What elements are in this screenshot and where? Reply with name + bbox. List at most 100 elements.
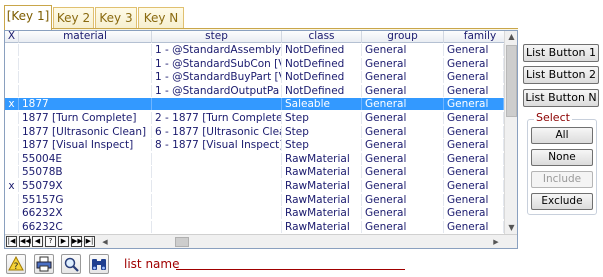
cell-material[interactable]: 55079X	[19, 180, 152, 192]
scroll-left-icon[interactable]: ◀	[100, 236, 110, 248]
cell-family[interactable]: General	[444, 84, 504, 97]
tab-key-1[interactable]: [Key 1]	[4, 5, 52, 30]
cell-group[interactable]: General	[362, 139, 444, 152]
table-row[interactable]: 66232C RawMaterial General General	[5, 220, 504, 233]
cell-step[interactable]: 1 - @StandardAssembly	[152, 44, 282, 56]
cell-group[interactable]: General	[362, 125, 444, 138]
prev-record-icon[interactable]: ◀	[32, 236, 43, 247]
table-row[interactable]: 55078B RawMaterial General General	[5, 166, 504, 179]
cell-family[interactable]: General	[444, 180, 504, 192]
cell-family[interactable]: General	[444, 98, 504, 111]
table-row[interactable]: 1 - @StandardBuyPart [V NotDefined General…	[5, 71, 504, 84]
table-row[interactable]: x 1877 Saleable General General	[5, 98, 504, 111]
cell-group[interactable]: General	[362, 84, 444, 97]
cell-x[interactable]	[5, 57, 19, 70]
cell-family[interactable]: General	[444, 125, 504, 138]
cell-group[interactable]: General	[362, 98, 444, 111]
cell-group[interactable]: General	[362, 57, 444, 70]
list-button-n[interactable]: List Button N	[523, 89, 599, 107]
table-row[interactable]: 55157G RawMaterial General General	[5, 193, 504, 206]
cell-group[interactable]: General	[362, 112, 444, 124]
cell-x[interactable]	[5, 84, 19, 97]
list-button-2[interactable]: List Button 2	[523, 66, 599, 84]
cell-class[interactable]: Step	[282, 139, 362, 152]
cell-group[interactable]: General	[362, 152, 444, 165]
cell-family[interactable]: General	[444, 71, 504, 84]
cell-step[interactable]	[152, 152, 282, 165]
table-row[interactable]: 1 - @StandardOutputPa NotDefined General Ge…	[5, 84, 504, 97]
cell-group[interactable]: General	[362, 193, 444, 206]
cell-family[interactable]: General	[444, 152, 504, 165]
cell-x[interactable]	[5, 112, 19, 124]
scroll-up-icon[interactable]: ▲	[506, 31, 517, 42]
binoculars-icon[interactable]	[89, 254, 109, 274]
cell-x[interactable]	[5, 207, 19, 220]
cell-class[interactable]: NotDefined	[282, 84, 362, 97]
cell-x[interactable]	[5, 139, 19, 152]
help-icon[interactable]: ?	[6, 254, 26, 274]
vertical-scrollbar[interactable]: ▲ ▼	[504, 31, 517, 234]
cell-class[interactable]: RawMaterial	[282, 152, 362, 165]
cell-x[interactable]	[5, 193, 19, 206]
cell-material[interactable]: 1877	[19, 98, 152, 111]
list-name-input[interactable]	[176, 269, 405, 270]
cell-family[interactable]: General	[444, 139, 504, 152]
search-icon[interactable]	[61, 254, 81, 274]
table-row[interactable]: x 55079X RawMaterial General General	[5, 180, 504, 192]
cell-group[interactable]: General	[362, 44, 444, 56]
first-record-icon[interactable]: |◀	[6, 236, 17, 247]
cell-group[interactable]: General	[362, 71, 444, 84]
table-row[interactable]: 1 - @StandardSubCon [V NotDefined General G…	[5, 57, 504, 70]
cell-family[interactable]: General	[444, 166, 504, 179]
table-row[interactable]: 66232X RawMaterial General General	[5, 207, 504, 220]
scroll-down-icon[interactable]: ▼	[506, 222, 517, 233]
cell-x[interactable]	[5, 71, 19, 84]
cell-material[interactable]: 55004E	[19, 152, 152, 165]
tab-key-3[interactable]: Key 3	[95, 7, 137, 29]
cell-step[interactable]: 2 - 1877 [Turn Complete]	[152, 112, 282, 124]
cell-step[interactable]	[152, 166, 282, 179]
select-include-button[interactable]: Include	[531, 171, 593, 188]
cell-class[interactable]: NotDefined	[282, 71, 362, 84]
cell-step[interactable]: 8 - 1877 [Visual Inspect]	[152, 139, 282, 152]
table-row[interactable]: 1877 [Visual Inspect] 8 - 1877 [Visual In…	[5, 139, 504, 152]
cell-family[interactable]: General	[444, 44, 504, 56]
horizontal-scroll-thumb[interactable]	[175, 237, 189, 247]
cell-x[interactable]	[5, 44, 19, 56]
cell-family[interactable]: General	[444, 207, 504, 220]
last-record-icon[interactable]: ▶|	[84, 236, 95, 247]
cell-step[interactable]	[152, 207, 282, 220]
list-button-1[interactable]: List Button 1	[523, 44, 599, 62]
tab-key-n[interactable]: Key N	[138, 7, 184, 29]
cell-material[interactable]	[19, 84, 152, 97]
column-header-class[interactable]: class	[282, 31, 362, 43]
cell-step[interactable]: 6 - 1877 [Ultrasonic Clea	[152, 125, 282, 138]
cell-family[interactable]: General	[444, 57, 504, 70]
table-row[interactable]: 1877 [Turn Complete] 2 - 1877 [Turn Compl…	[5, 112, 504, 124]
column-header-x[interactable]: X	[5, 31, 19, 43]
cell-material[interactable]: 66232C	[19, 220, 152, 233]
cell-step[interactable]	[152, 98, 282, 111]
cell-step[interactable]	[152, 180, 282, 192]
cell-material[interactable]: 55157G	[19, 193, 152, 206]
cell-x[interactable]: x	[5, 180, 19, 192]
cell-group[interactable]: General	[362, 180, 444, 192]
cell-class[interactable]: Step	[282, 112, 362, 124]
cell-group[interactable]: General	[362, 166, 444, 179]
next-page-icon[interactable]: ▶▶	[71, 236, 83, 247]
column-header-material[interactable]: material	[19, 31, 152, 43]
cell-material[interactable]: 66232X	[19, 207, 152, 220]
cell-step[interactable]: 1 - @StandardSubCon [V	[152, 57, 282, 70]
cell-material[interactable]	[19, 71, 152, 84]
cell-x[interactable]: x	[5, 98, 19, 111]
column-header-group[interactable]: group	[362, 31, 444, 43]
scroll-right-icon[interactable]: ▶	[491, 236, 501, 248]
cell-class[interactable]: Saleable	[282, 98, 362, 111]
cell-class[interactable]: RawMaterial	[282, 166, 362, 179]
prev-page-icon[interactable]: ◀◀	[19, 236, 31, 247]
column-header-step[interactable]: step	[152, 31, 282, 43]
cell-family[interactable]: General	[444, 193, 504, 206]
cell-step[interactable]: 1 - @StandardBuyPart [V	[152, 71, 282, 84]
table-row[interactable]: 55004E RawMaterial General General	[5, 152, 504, 165]
cell-class[interactable]: NotDefined	[282, 57, 362, 70]
